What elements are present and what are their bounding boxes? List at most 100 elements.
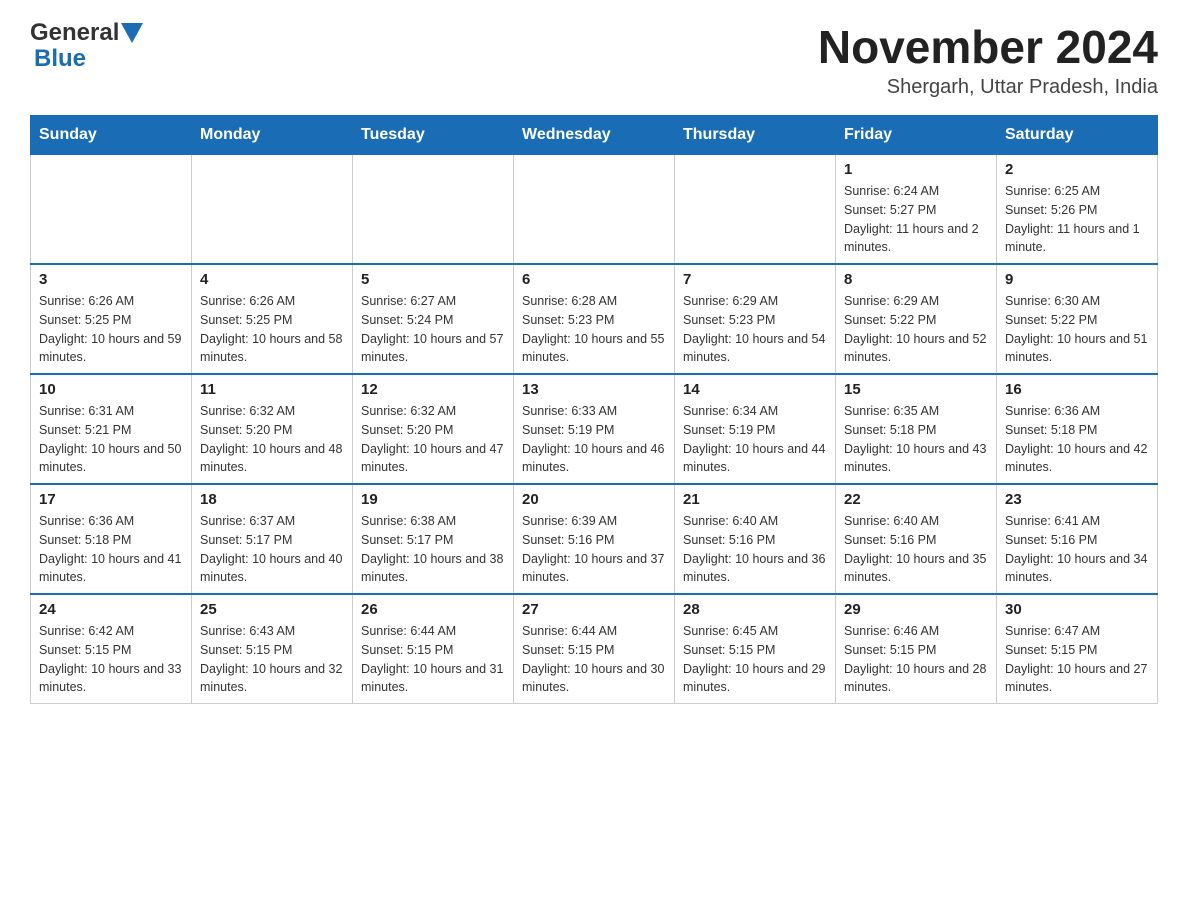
day-number: 4	[200, 271, 344, 288]
day-info: Sunrise: 6:24 AMSunset: 5:27 PMDaylight:…	[844, 182, 988, 257]
day-info: Sunrise: 6:31 AMSunset: 5:21 PMDaylight:…	[39, 402, 183, 477]
calendar-cell: 7 Sunrise: 6:29 AMSunset: 5:23 PMDaylight…	[675, 264, 836, 374]
day-info: Sunrise: 6:46 AMSunset: 5:15 PMDaylight:…	[844, 622, 988, 697]
calendar-cell	[675, 155, 836, 265]
calendar-week-row: 24 Sunrise: 6:42 AMSunset: 5:15 PMDayligh…	[31, 594, 1158, 704]
calendar-cell: 15 Sunrise: 6:35 AMSunset: 5:18 PMDayligh…	[836, 374, 997, 484]
logo-general-text: General	[30, 20, 119, 46]
calendar-cell	[192, 155, 353, 265]
calendar-cell	[31, 155, 192, 265]
calendar-cell: 24 Sunrise: 6:42 AMSunset: 5:15 PMDayligh…	[31, 594, 192, 704]
day-info: Sunrise: 6:38 AMSunset: 5:17 PMDaylight:…	[361, 512, 505, 587]
calendar-cell: 18 Sunrise: 6:37 AMSunset: 5:17 PMDayligh…	[192, 484, 353, 594]
day-number: 27	[522, 601, 666, 618]
day-number: 16	[1005, 381, 1149, 398]
page-header: General Blue November 2024 Shergarh, Utt…	[30, 20, 1158, 99]
calendar-cell: 10 Sunrise: 6:31 AMSunset: 5:21 PMDayligh…	[31, 374, 192, 484]
day-number: 30	[1005, 601, 1149, 618]
column-header-wednesday: Wednesday	[514, 116, 675, 155]
day-info: Sunrise: 6:30 AMSunset: 5:22 PMDaylight:…	[1005, 292, 1149, 367]
day-info: Sunrise: 6:29 AMSunset: 5:23 PMDaylight:…	[683, 292, 827, 367]
day-info: Sunrise: 6:28 AMSunset: 5:23 PMDaylight:…	[522, 292, 666, 367]
calendar-cell: 20 Sunrise: 6:39 AMSunset: 5:16 PMDayligh…	[514, 484, 675, 594]
column-header-sunday: Sunday	[31, 116, 192, 155]
day-number: 9	[1005, 271, 1149, 288]
column-header-thursday: Thursday	[675, 116, 836, 155]
day-number: 13	[522, 381, 666, 398]
day-info: Sunrise: 6:36 AMSunset: 5:18 PMDaylight:…	[1005, 402, 1149, 477]
day-info: Sunrise: 6:43 AMSunset: 5:15 PMDaylight:…	[200, 622, 344, 697]
calendar-cell: 1Sunrise: 6:24 AMSunset: 5:27 PMDaylight…	[836, 155, 997, 265]
page-subtitle: Shergarh, Uttar Pradesh, India	[818, 76, 1158, 99]
day-number: 7	[683, 271, 827, 288]
day-number: 6	[522, 271, 666, 288]
calendar-cell: 19 Sunrise: 6:38 AMSunset: 5:17 PMDayligh…	[353, 484, 514, 594]
day-number: 25	[200, 601, 344, 618]
day-number: 23	[1005, 491, 1149, 508]
day-number: 11	[200, 381, 344, 398]
day-info: Sunrise: 6:32 AMSunset: 5:20 PMDaylight:…	[200, 402, 344, 477]
day-info: Sunrise: 6:40 AMSunset: 5:16 PMDaylight:…	[683, 512, 827, 587]
day-number: 12	[361, 381, 505, 398]
calendar-cell	[353, 155, 514, 265]
calendar-cell: 9 Sunrise: 6:30 AMSunset: 5:22 PMDaylight…	[997, 264, 1158, 374]
calendar-cell: 16 Sunrise: 6:36 AMSunset: 5:18 PMDayligh…	[997, 374, 1158, 484]
calendar-cell: 6 Sunrise: 6:28 AMSunset: 5:23 PMDaylight…	[514, 264, 675, 374]
day-info: Sunrise: 6:25 AMSunset: 5:26 PMDaylight:…	[1005, 182, 1149, 257]
day-number: 2	[1005, 161, 1149, 178]
day-number: 10	[39, 381, 183, 398]
day-info: Sunrise: 6:33 AMSunset: 5:19 PMDaylight:…	[522, 402, 666, 477]
day-info: Sunrise: 6:47 AMSunset: 5:15 PMDaylight:…	[1005, 622, 1149, 697]
day-info: Sunrise: 6:37 AMSunset: 5:17 PMDaylight:…	[200, 512, 344, 587]
day-number: 5	[361, 271, 505, 288]
calendar-cell: 25 Sunrise: 6:43 AMSunset: 5:15 PMDayligh…	[192, 594, 353, 704]
day-info: Sunrise: 6:39 AMSunset: 5:16 PMDaylight:…	[522, 512, 666, 587]
day-info: Sunrise: 6:41 AMSunset: 5:16 PMDaylight:…	[1005, 512, 1149, 587]
day-number: 29	[844, 601, 988, 618]
day-info: Sunrise: 6:26 AMSunset: 5:25 PMDaylight:…	[39, 292, 183, 367]
day-number: 15	[844, 381, 988, 398]
calendar-cell: 27Sunrise: 6:44 AMSunset: 5:15 PMDayligh…	[514, 594, 675, 704]
day-info: Sunrise: 6:32 AMSunset: 5:20 PMDaylight:…	[361, 402, 505, 477]
day-number: 3	[39, 271, 183, 288]
calendar-cell: 17Sunrise: 6:36 AMSunset: 5:18 PMDayligh…	[31, 484, 192, 594]
calendar-week-row: 3 Sunrise: 6:26 AMSunset: 5:25 PMDaylight…	[31, 264, 1158, 374]
calendar-cell: 4 Sunrise: 6:26 AMSunset: 5:25 PMDaylight…	[192, 264, 353, 374]
day-number: 8	[844, 271, 988, 288]
column-header-friday: Friday	[836, 116, 997, 155]
calendar-cell: 23 Sunrise: 6:41 AMSunset: 5:16 PMDayligh…	[997, 484, 1158, 594]
calendar-cell: 21 Sunrise: 6:40 AMSunset: 5:16 PMDayligh…	[675, 484, 836, 594]
day-number: 14	[683, 381, 827, 398]
day-info: Sunrise: 6:35 AMSunset: 5:18 PMDaylight:…	[844, 402, 988, 477]
title-area: November 2024 Shergarh, Uttar Pradesh, I…	[818, 20, 1158, 99]
day-number: 20	[522, 491, 666, 508]
day-number: 19	[361, 491, 505, 508]
day-info: Sunrise: 6:44 AMSunset: 5:15 PMDaylight:…	[361, 622, 505, 697]
calendar-cell: 29 Sunrise: 6:46 AMSunset: 5:15 PMDayligh…	[836, 594, 997, 704]
calendar-cell: 30 Sunrise: 6:47 AMSunset: 5:15 PMDayligh…	[997, 594, 1158, 704]
calendar-week-row: 10 Sunrise: 6:31 AMSunset: 5:21 PMDayligh…	[31, 374, 1158, 484]
day-info: Sunrise: 6:40 AMSunset: 5:16 PMDaylight:…	[844, 512, 988, 587]
column-header-saturday: Saturday	[997, 116, 1158, 155]
calendar-cell: 26Sunrise: 6:44 AMSunset: 5:15 PMDayligh…	[353, 594, 514, 704]
day-info: Sunrise: 6:42 AMSunset: 5:15 PMDaylight:…	[39, 622, 183, 697]
calendar-cell: 8Sunrise: 6:29 AMSunset: 5:22 PMDaylight…	[836, 264, 997, 374]
day-info: Sunrise: 6:36 AMSunset: 5:18 PMDaylight:…	[39, 512, 183, 587]
day-info: Sunrise: 6:27 AMSunset: 5:24 PMDaylight:…	[361, 292, 505, 367]
calendar-table: SundayMondayTuesdayWednesdayThursdayFrid…	[30, 115, 1158, 704]
column-header-monday: Monday	[192, 116, 353, 155]
calendar-cell: 3 Sunrise: 6:26 AMSunset: 5:25 PMDaylight…	[31, 264, 192, 374]
calendar-cell: 11 Sunrise: 6:32 AMSunset: 5:20 PMDayligh…	[192, 374, 353, 484]
day-info: Sunrise: 6:26 AMSunset: 5:25 PMDaylight:…	[200, 292, 344, 367]
day-number: 18	[200, 491, 344, 508]
day-number: 21	[683, 491, 827, 508]
day-number: 24	[39, 601, 183, 618]
calendar-week-row: 1Sunrise: 6:24 AMSunset: 5:27 PMDaylight…	[31, 155, 1158, 265]
day-info: Sunrise: 6:34 AMSunset: 5:19 PMDaylight:…	[683, 402, 827, 477]
calendar-cell: 2 Sunrise: 6:25 AMSunset: 5:26 PMDaylight…	[997, 155, 1158, 265]
logo-blue-text: Blue	[34, 45, 86, 72]
day-number: 28	[683, 601, 827, 618]
calendar-cell: 28 Sunrise: 6:45 AMSunset: 5:15 PMDayligh…	[675, 594, 836, 704]
day-info: Sunrise: 6:45 AMSunset: 5:15 PMDaylight:…	[683, 622, 827, 697]
calendar-cell: 12 Sunrise: 6:32 AMSunset: 5:20 PMDayligh…	[353, 374, 514, 484]
